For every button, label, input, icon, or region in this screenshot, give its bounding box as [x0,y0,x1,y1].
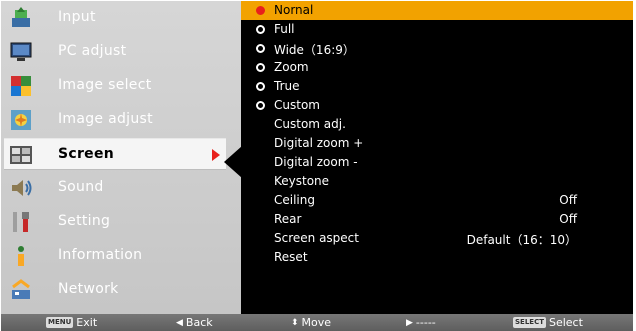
radio-circle-icon [256,82,265,91]
screen-option-keystone[interactable]: Keystone [241,172,633,191]
screen-option-label: Screen aspect [274,231,359,245]
screen-option-label: Nornal [274,3,314,17]
main-menu-item-pc-adjust[interactable]: PC adjust [1,36,241,68]
input-icon [9,6,33,30]
select-label: Select [548,316,583,329]
main-menu-panel: Input PC adjust Image select Image adjust Sc… [1,1,242,314]
right-arrow-icon: ▶ [406,317,413,328]
image-select-icon [9,74,33,98]
main-menu-item-image-adjust[interactable]: Image adjust [1,104,241,136]
radio-circle-icon [256,101,265,110]
back-hint[interactable]: ◀ Back [176,316,213,329]
screen-option-value: Off [559,193,577,207]
screen-option-true[interactable]: True [241,77,633,96]
back-label: Back [185,316,213,329]
active-arrow-icon [212,149,220,161]
screen-option-label: Digital zoom - [274,155,358,169]
screen-option-screen-aspect[interactable]: Screen aspect Default（16：10） [241,229,633,248]
main-menu-item-label: Screen [58,146,115,162]
main-menu-item-information[interactable]: Information [1,240,241,272]
screen-option-nornal[interactable]: Nornal [241,1,633,20]
move-hint[interactable]: ⬍ Move [291,316,331,329]
screen-option-label: Digital zoom + [274,136,364,150]
main-menu-item-screen[interactable]: Screen [4,138,226,170]
screen-option-label: Zoom [274,60,309,74]
radio-circle-icon [256,44,265,53]
screen-option-label: Full [274,22,295,36]
screen-option-label: Keystone [274,174,330,188]
main-menu-item-label: PC adjust [58,43,127,59]
main-menu-item-label: Information [58,247,143,263]
exit-label: Exit [76,316,98,329]
monitor-icon [9,40,33,64]
main-menu-item-image-select[interactable]: Image select [1,70,241,102]
exit-hint[interactable]: MENU Exit [46,316,97,329]
main-menu-item-label: Image adjust [58,111,153,127]
screen-option-reset[interactable]: Reset [241,248,633,267]
screen-option-custom-adj[interactable]: Custom adj. [241,115,633,134]
radio-circle-icon [256,63,265,72]
screen-option-label: Reset [274,250,308,264]
main-menu-item-label: Sound [58,179,104,195]
screen-option-wide-16-9[interactable]: Wide（16:9） [241,39,633,58]
main-menu-item-label: Setting [58,213,111,229]
main-menu-item-label: Image select [58,77,152,93]
next-hint[interactable]: ▶ ----- [406,316,436,329]
screen-option-digital-zoom[interactable]: Digital zoom - [241,153,633,172]
active-pointer-notch [224,146,242,178]
screen-option-label: Wide（16:9） [274,43,355,57]
select-key-icon: SELECT [513,317,546,328]
network-icon [9,278,33,302]
screen-option-value: Off [559,212,577,226]
screen-option-full[interactable]: Full [241,20,633,39]
key-hint-bar: MENU Exit ◀ Back ⬍ Move ▶ ----- SELECT S… [1,314,633,331]
screen-option-custom[interactable]: Custom [241,96,633,115]
screen-icon [9,143,33,167]
screen-option-label: Rear [274,212,302,226]
tools-icon [9,210,33,234]
screen-option-label: True [274,79,300,93]
up-down-arrow-icon: ⬍ [291,317,299,328]
main-menu-item-network[interactable]: Network [1,274,241,306]
next-label: ----- [415,316,436,329]
screen-option-label: Custom adj. [274,117,346,131]
screen-option-rear[interactable]: Rear Off [241,210,633,229]
main-menu-item-sound[interactable]: Sound [1,172,241,204]
left-arrow-icon: ◀ [176,317,183,328]
main-menu-item-label: Input [58,9,96,25]
select-hint[interactable]: SELECT Select [513,316,583,329]
radio-circle-icon [256,25,265,34]
screen-option-zoom[interactable]: Zoom [241,58,633,77]
selected-dot-icon [256,6,265,15]
screen-option-label: Custom [274,98,320,112]
screen-option-digital-zoom[interactable]: Digital zoom + [241,134,633,153]
screen-option-value: Default（16：10） [466,233,577,247]
screen-submenu-panel: Nornal Full Wide（16:9） Zoom True Custom Custom… [241,1,633,314]
main-menu-item-setting[interactable]: Setting [1,206,241,238]
speaker-icon [9,176,33,200]
screen-option-label: Ceiling [274,193,315,207]
main-menu-item-input[interactable]: Input [1,2,241,34]
move-label: Move [301,316,332,329]
screen-option-ceiling[interactable]: Ceiling Off [241,191,633,210]
image-adjust-icon [9,108,33,132]
menu-key-icon: MENU [46,317,74,328]
main-menu-item-label: Network [58,281,119,297]
info-icon [9,244,33,268]
